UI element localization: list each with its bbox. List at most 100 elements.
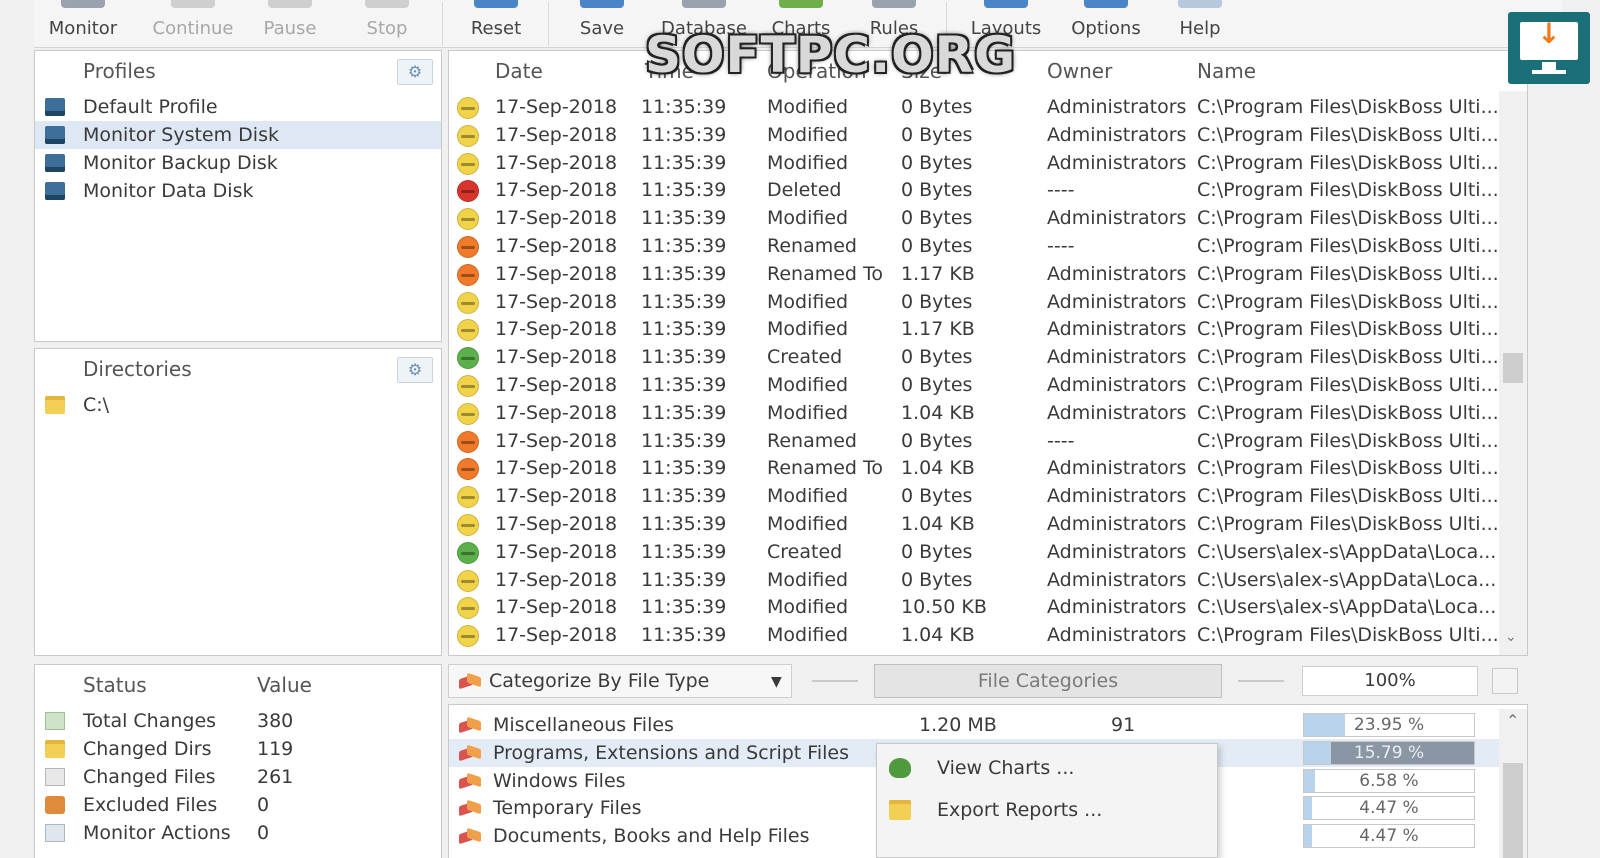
expand-icon[interactable] [1492, 668, 1518, 694]
cell-time: 11:35:39 [641, 401, 727, 424]
profile-item-backup-disk[interactable]: Monitor Backup Disk [35, 149, 441, 177]
continue-button[interactable]: Continue [146, 0, 240, 48]
cell-size: 0 Bytes [901, 485, 973, 508]
scroll-up-icon[interactable]: ⌃ [1506, 711, 1519, 730]
cell-operation: Created [767, 346, 843, 369]
column-header-owner[interactable]: Owner [1047, 59, 1112, 83]
cell-operation: Modified [767, 123, 849, 146]
cell-owner: Administrators [1047, 96, 1187, 118]
status-dot-icon [457, 319, 479, 342]
table-row[interactable]: 17-Sep-2018 11:35:39 Renamed To 1.17 KB Admi… [449, 260, 1499, 288]
table-row[interactable]: 17-Sep-2018 11:35:39 Modified 0 Bytes Admini… [449, 204, 1499, 232]
actions-icon [45, 824, 65, 842]
table-row[interactable]: 17-Sep-2018 11:35:39 Created 0 Bytes Adminis… [449, 538, 1499, 566]
reset-button[interactable]: Reset [460, 0, 532, 48]
table-row[interactable]: 17-Sep-2018 11:35:39 Modified 0 Bytes Admini… [449, 482, 1499, 510]
pause-button[interactable]: Pause [252, 0, 328, 48]
column-header-date[interactable]: Date [495, 59, 543, 83]
table-row[interactable]: 17-Sep-2018 11:35:39 Created 0 Bytes Adminis… [449, 343, 1499, 371]
cell-time: 11:35:39 [641, 429, 727, 452]
cell-operation: Modified [767, 485, 849, 508]
table-row[interactable]: 17-Sep-2018 11:35:39 Modified 0 Bytes Admini… [449, 149, 1499, 177]
cell-date: 17-Sep-2018 [495, 429, 618, 452]
table-row[interactable]: 17-Sep-2018 11:35:39 Modified 1.17 KB Admini… [449, 315, 1499, 343]
cell-operation: Created [767, 540, 843, 563]
download-badge[interactable]: ↓ [1508, 12, 1590, 84]
cell-owner: Administrators [1047, 207, 1187, 230]
cell-time: 11:35:39 [641, 151, 727, 174]
table-row[interactable]: 17-Sep-2018 11:35:39 Modified 0 Bytes Admini… [449, 288, 1499, 316]
table-row[interactable]: 17-Sep-2018 11:35:39 Modified 1.04 KB Admini… [449, 399, 1499, 427]
profile-item-system-disk[interactable]: Monitor System Disk [35, 121, 441, 149]
scroll-thumb[interactable] [1503, 763, 1523, 858]
column-header-name[interactable]: Name [1197, 59, 1256, 83]
profile-item-data-disk[interactable]: Monitor Data Disk [35, 177, 441, 205]
options-icon [1084, 0, 1128, 8]
monitor-icon [61, 0, 105, 8]
table-row[interactable]: 17-Sep-2018 11:35:39 Deleted 0 Bytes ---- C:\… [449, 176, 1499, 204]
file-categories-button[interactable]: File Categories [874, 664, 1222, 698]
directories-settings-icon[interactable]: ⚙ [397, 357, 433, 383]
table-row[interactable]: 17-Sep-2018 11:35:39 Modified 0 Bytes Admini… [449, 566, 1499, 594]
table-row[interactable]: 17-Sep-2018 11:35:39 Renamed 0 Bytes ---- C:\… [449, 232, 1499, 260]
folder-icon [889, 800, 911, 820]
categorize-select[interactable]: Categorize By File Type ▼ [448, 664, 792, 698]
scroll-down-icon[interactable]: ⌄ [1505, 629, 1517, 645]
cell-size: 0 Bytes [901, 568, 973, 591]
cell-name: C:\Users\alex-s\AppData\Loca... [1197, 568, 1497, 591]
layouts-icon [984, 0, 1028, 8]
cell-date: 17-Sep-2018 [495, 123, 618, 146]
table-row[interactable]: 17-Sep-2018 11:35:39 Modified 1.04 KB Admini… [449, 621, 1499, 649]
category-size: 1.20 MB [919, 714, 997, 736]
options-button[interactable]: Options [1064, 0, 1148, 48]
category-label: Miscellaneous Files [493, 714, 674, 736]
events-scrollbar[interactable]: ⌄ [1499, 91, 1527, 655]
cell-owner: Administrators [1047, 401, 1187, 424]
table-row[interactable]: 17-Sep-2018 11:35:39 Modified 0 Bytes Admini… [449, 93, 1499, 121]
toolbar-separator [442, 2, 443, 46]
category-row[interactable]: Miscellaneous Files 1.20 MB 91 23.95 % [449, 711, 1499, 739]
table-row[interactable]: 17-Sep-2018 11:35:39 Modified 0 Bytes Admini… [449, 121, 1499, 149]
folder-icon [45, 396, 65, 414]
help-button[interactable]: Help [1170, 0, 1230, 48]
cell-name: C:\Program Files\DiskBoss Ulti... [1197, 624, 1499, 647]
cell-name: C:\Program Files\DiskBoss Ulti... [1197, 235, 1499, 257]
divider [1238, 680, 1284, 682]
cell-owner: Administrators [1047, 540, 1187, 563]
status-dot-icon [457, 597, 479, 620]
cell-time: 11:35:39 [641, 374, 727, 396]
directory-item[interactable]: C:\ [35, 391, 441, 419]
categories-scrollbar[interactable]: ⌃ [1499, 709, 1527, 858]
save-button[interactable]: Save [570, 0, 634, 48]
file-type-icon [459, 673, 481, 689]
table-row[interactable]: 17-Sep-2018 11:35:39 Renamed 0 Bytes ---- C:\… [449, 427, 1499, 455]
category-percent-bar: 4.47 % [1303, 824, 1475, 849]
cell-operation: Modified [767, 318, 849, 341]
category-label: Documents, Books and Help Files [493, 825, 810, 848]
category-percent: 15.79 % [1353, 742, 1425, 763]
monitor-button[interactable]: Monitor [44, 0, 122, 48]
cell-name: C:\Program Files\DiskBoss Ulti... [1197, 374, 1499, 396]
cell-size: 0 Bytes [901, 123, 973, 146]
table-row[interactable]: 17-Sep-2018 11:35:39 Modified 10.50 KB Admin… [449, 593, 1499, 621]
cell-time: 11:35:39 [641, 513, 727, 535]
cell-owner: Administrators [1047, 457, 1187, 480]
profiles-settings-icon[interactable]: ⚙ [397, 59, 433, 85]
zoom-field[interactable]: 100% [1302, 666, 1478, 696]
divider [812, 680, 858, 682]
file-type-icon [459, 745, 481, 761]
disk-icon [45, 126, 65, 144]
table-row[interactable]: 17-Sep-2018 11:35:39 Modified 0 Bytes Admini… [449, 371, 1499, 399]
stop-button[interactable]: Stop [352, 0, 422, 48]
profile-item-default[interactable]: Default Profile [35, 93, 441, 121]
cell-name: C:\Users\alex-s\AppData\Loca... [1197, 540, 1497, 563]
cell-time: 11:35:39 [641, 262, 727, 285]
scroll-thumb[interactable] [1503, 353, 1523, 383]
export-reports-menu-item[interactable]: Export Reports ... [877, 790, 1217, 830]
table-row[interactable]: 17-Sep-2018 11:35:39 Renamed To 1.04 KB Admi… [449, 454, 1499, 482]
view-charts-menu-item[interactable]: View Charts ... [877, 748, 1217, 788]
table-row[interactable]: 17-Sep-2018 11:35:39 Modified 1.04 KB Admini… [449, 510, 1499, 538]
cell-date: 17-Sep-2018 [495, 262, 618, 285]
status-row: Total Changes 380 [35, 707, 441, 735]
cell-size: 0 Bytes [901, 540, 973, 563]
